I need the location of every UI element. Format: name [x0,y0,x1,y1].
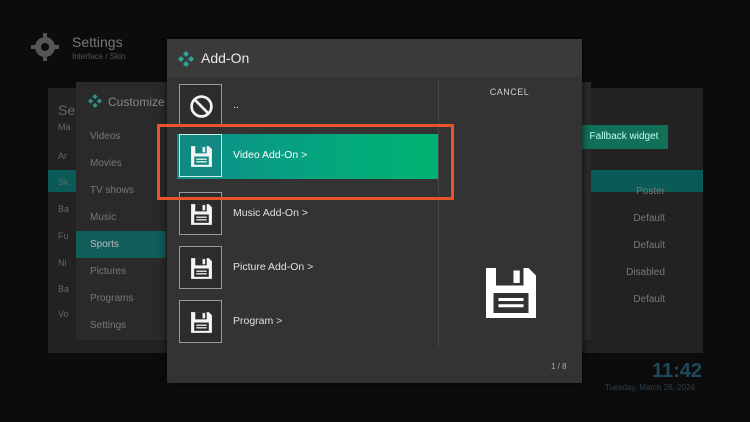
customize-title: Customize [108,95,165,109]
item-label: Music Add-On > [233,207,308,219]
cancel-button[interactable]: CANCEL [477,87,542,103]
option-value: Default [633,213,665,224]
thumbnail [179,84,222,127]
list-item-parent[interactable]: .. [177,84,439,129]
clock-date: Tuesday, March 26, 2024 [605,383,695,392]
bg-letter: Sk [58,177,69,187]
dialog-divider [438,81,439,346]
floppy-icon [486,268,536,318]
gear-icon [31,33,59,61]
kodi-logo-icon [88,94,102,108]
floppy-icon [191,258,212,279]
item-label: Program > [233,315,283,327]
dialog-header: Add-On [167,39,582,77]
option-value: Disabled [626,267,665,278]
item-label: Picture Add-On > [233,261,314,273]
customize-item-music[interactable]: Music [76,204,166,231]
customize-item-videos[interactable]: Videos [76,123,166,150]
addon-dialog: Add-On .. Video Add-On > Music Add-On > … [167,39,582,383]
list-item-picture-addon[interactable]: Picture Add-On > [177,246,439,291]
settings-subtitle: Interface / Skin [72,52,126,61]
bg-letter: Ba [58,204,70,214]
page-counter: 1 / 8 [551,362,567,371]
thumbnail [179,246,222,289]
list-item-program[interactable]: Program > [177,300,439,345]
thumbnail [179,300,222,343]
floppy-icon [191,312,212,333]
customize-item-sports[interactable]: Sports [76,231,166,258]
option-value: Poster [636,186,665,197]
bg-letter: Se [58,102,76,118]
floppy-icon [191,204,212,225]
bg-letter: Ni [58,258,67,268]
customize-item-programs[interactable]: Programs [76,285,166,312]
bg-letter: Ar [58,151,67,161]
bg-letter: Ba [58,284,70,294]
bg-letter: Vo [58,309,69,319]
clock: 11:42 [652,360,703,382]
customize-item-tv-shows[interactable]: TV shows [76,177,166,204]
customize-item-settings[interactable]: Settings [76,312,166,339]
customize-item-movies[interactable]: Movies [76,150,166,177]
option-value: Default [633,240,665,251]
dialog-title: Add-On [201,50,250,66]
fallback-widget-button[interactable]: Fallback widget [580,125,668,149]
kodi-logo-icon [178,51,194,67]
option-value: Default [633,294,665,305]
bg-letter: Ma [58,122,71,132]
none-icon [190,95,213,118]
bg-letter: Fu [58,231,69,241]
settings-title: Settings [72,34,123,50]
highlight-annotation [157,124,454,200]
customize-item-pictures[interactable]: Pictures [76,258,166,285]
item-label: .. [233,99,239,111]
